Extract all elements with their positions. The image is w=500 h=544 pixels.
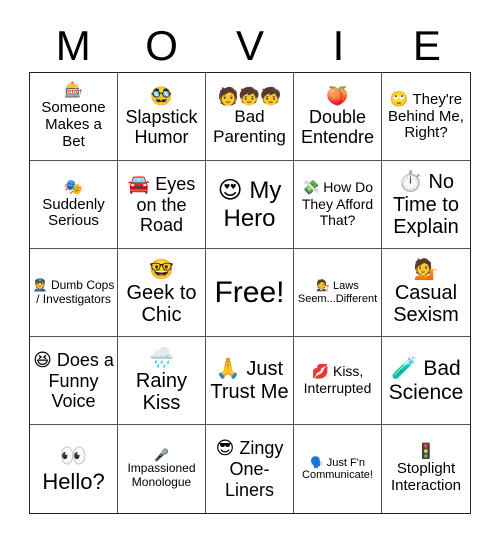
cell-content: 😍 My Hero (208, 176, 291, 232)
bingo-cell[interactable]: 🥸 Slapstick Humor (118, 73, 206, 161)
header-letter-e: E (412, 22, 441, 69)
bingo-cell[interactable]: 🗣️ Just F'n Communicate! (294, 425, 382, 513)
cell-content: 🗣️ Just F'n Communicate! (296, 455, 379, 482)
microphone-icon: 🎤 (154, 447, 169, 462)
cell-content: 🤓 Geek to Chic (120, 258, 203, 327)
cell-content: 🧑‍⚖️ Laws Seem...Different (296, 279, 379, 305)
bingo-cell[interactable]: 🚦 Stoplight Interaction (382, 425, 470, 513)
bingo-cell[interactable]: 😍 My Hero (206, 161, 294, 249)
cell-content: 🎰 Someone Makes a Bet (32, 82, 115, 151)
bingo-cell[interactable]: 🍑 Double Entendre (294, 73, 382, 161)
bingo-cell[interactable]: 😆 Does a Funny Voice (30, 337, 118, 425)
header-letter-o: O (145, 22, 178, 69)
bingo-grid: 🎰 Someone Makes a Bet 🥸 Slapstick Humor 🧑🧒🧒 B… (29, 72, 471, 514)
cell-label: Free! (214, 275, 285, 309)
heart-eyes-icon: 😍 (217, 176, 243, 205)
cell-content: 💋 Kiss, Interrupted (296, 363, 379, 397)
cell-label: Hello? (42, 468, 105, 494)
cell-content: 💁 Casual Sexism (384, 258, 468, 327)
cell-content: 🍑 Double Entendre (296, 86, 379, 148)
theater-masks-icon: 🎭 (64, 177, 83, 196)
bingo-cell[interactable]: 🌧️ Rainy Kiss (118, 337, 206, 425)
cell-content: Free! (214, 276, 284, 310)
cell-label: Dumb Cops / Investigators (36, 277, 115, 306)
cell-content: 🌧️ Rainy Kiss (120, 346, 203, 415)
cell-content: 👀 Hello? (42, 444, 104, 495)
cell-label: Double Entendre (300, 106, 375, 148)
bingo-cell[interactable]: 😎 Zingy One-Liners (206, 425, 294, 513)
cell-content: 💸 How Do They Afford That? (296, 179, 379, 228)
bingo-cell[interactable]: 🚘 Eyes on the Road (118, 161, 206, 249)
laughing-face-icon: 😆 (33, 349, 52, 371)
rain-cloud-icon: 🌧️ (149, 345, 174, 370)
cell-content: 🙏 Just Trust Me (208, 357, 291, 403)
cell-label: Stoplight Interaction (390, 460, 462, 494)
cell-content: 🚘 Eyes on the Road (120, 174, 203, 236)
judge-icon: 🧑‍⚖️ (316, 279, 330, 293)
peach-icon: 🍑 (326, 85, 349, 107)
kiss-mark-icon: 💋 (311, 364, 330, 381)
bingo-cell[interactable]: 🧑‍⚖️ Laws Seem...Different (294, 249, 382, 337)
bingo-cell[interactable]: 🧪 Bad Science (382, 337, 470, 425)
test-tube-icon: 🧪 (391, 355, 418, 380)
money-wings-icon: 💸 (301, 180, 320, 197)
police-officer-icon: 👮 (32, 277, 48, 292)
slot-machine-icon: 🎰 (64, 81, 83, 100)
cell-content: 🚦 Stoplight Interaction (384, 443, 468, 495)
bingo-cell[interactable]: ⏱️ No Time to Explain (382, 161, 470, 249)
bingo-cell[interactable]: 🙄 They're Behind Me, Right? (382, 73, 470, 161)
cell-label: Zingy One-Liners (224, 438, 284, 500)
bingo-cell[interactable]: 💸 How Do They Afford That? (294, 161, 382, 249)
cell-label: Someone Makes a Bet (41, 99, 106, 150)
cell-content: 🎭 Suddenly Serious (32, 177, 115, 231)
bingo-header: M O V I E (29, 20, 471, 72)
cell-content: 🥸 Slapstick Humor (120, 86, 203, 148)
family-icon: 🧑🧒🧒 (217, 87, 282, 108)
header-letter-m: M (55, 22, 91, 69)
speaking-head-icon: 🗣️ (310, 455, 324, 469)
disguised-face-icon: 🥸 (150, 85, 173, 107)
bingo-cell[interactable]: 🧑🧒🧒 Bad Parenting (206, 73, 294, 161)
stopwatch-icon: ⏱️ (397, 169, 423, 194)
bingo-cell[interactable]: 🎭 Suddenly Serious (30, 161, 118, 249)
bingo-cell[interactable]: 👮 Dumb Cops / Investigators (30, 249, 118, 337)
cell-content: 🙄 They're Behind Me, Right? (384, 89, 468, 143)
cell-content: ⏱️ No Time to Explain (384, 170, 468, 239)
bingo-cell-free[interactable]: Free! (206, 249, 294, 337)
eye-roll-icon: 🙄 (389, 89, 409, 108)
cell-label: Geek to Chic (126, 281, 197, 327)
bingo-cell[interactable]: 🎤 Impassioned Monologue (118, 425, 206, 513)
sunglasses-face-icon: 😎 (215, 438, 235, 459)
cell-label: Impassioned Monologue (127, 461, 196, 489)
car-icon: 🚘 (127, 173, 151, 195)
bingo-cell[interactable]: 🙏 Just Trust Me (206, 337, 294, 425)
bingo-cell[interactable]: 💁 Casual Sexism (382, 249, 470, 337)
header-letter-i: I (332, 22, 345, 69)
cell-content: 😎 Zingy One-Liners (208, 438, 291, 500)
header-letter-v: V (236, 22, 265, 69)
folded-hands-icon: 🙏 (215, 356, 241, 381)
cell-label: Casual Sexism (393, 281, 459, 327)
cell-content: 😆 Does a Funny Voice (32, 350, 115, 412)
traffic-light-icon: 🚦 (416, 442, 436, 461)
bingo-cell[interactable]: 💋 Kiss, Interrupted (294, 337, 382, 425)
bingo-cell[interactable]: 👀 Hello? (30, 425, 118, 513)
cell-label: Slapstick Humor (125, 106, 198, 148)
eyes-icon: 👀 (59, 443, 88, 469)
cell-label: Laws Seem...Different (297, 280, 378, 305)
cell-content: 🧑🧒🧒 Bad Parenting (208, 87, 291, 146)
cell-content: 👮 Dumb Cops / Investigators (32, 277, 115, 306)
bingo-cell[interactable]: 🎰 Someone Makes a Bet (30, 73, 118, 161)
nerd-face-icon: 🤓 (149, 257, 174, 282)
cell-label: Suddenly Serious (42, 195, 105, 230)
cell-label: Does a Funny Voice (48, 349, 114, 412)
cell-content: 🧪 Bad Science (384, 355, 468, 404)
cell-label: Rainy Kiss (135, 369, 188, 415)
bingo-cell[interactable]: 🤓 Geek to Chic (118, 249, 206, 337)
person-tipping-hand-icon: 💁 (413, 257, 439, 282)
cell-label: Bad Parenting (213, 107, 286, 146)
cell-content: 🎤 Impassioned Monologue (120, 447, 203, 490)
